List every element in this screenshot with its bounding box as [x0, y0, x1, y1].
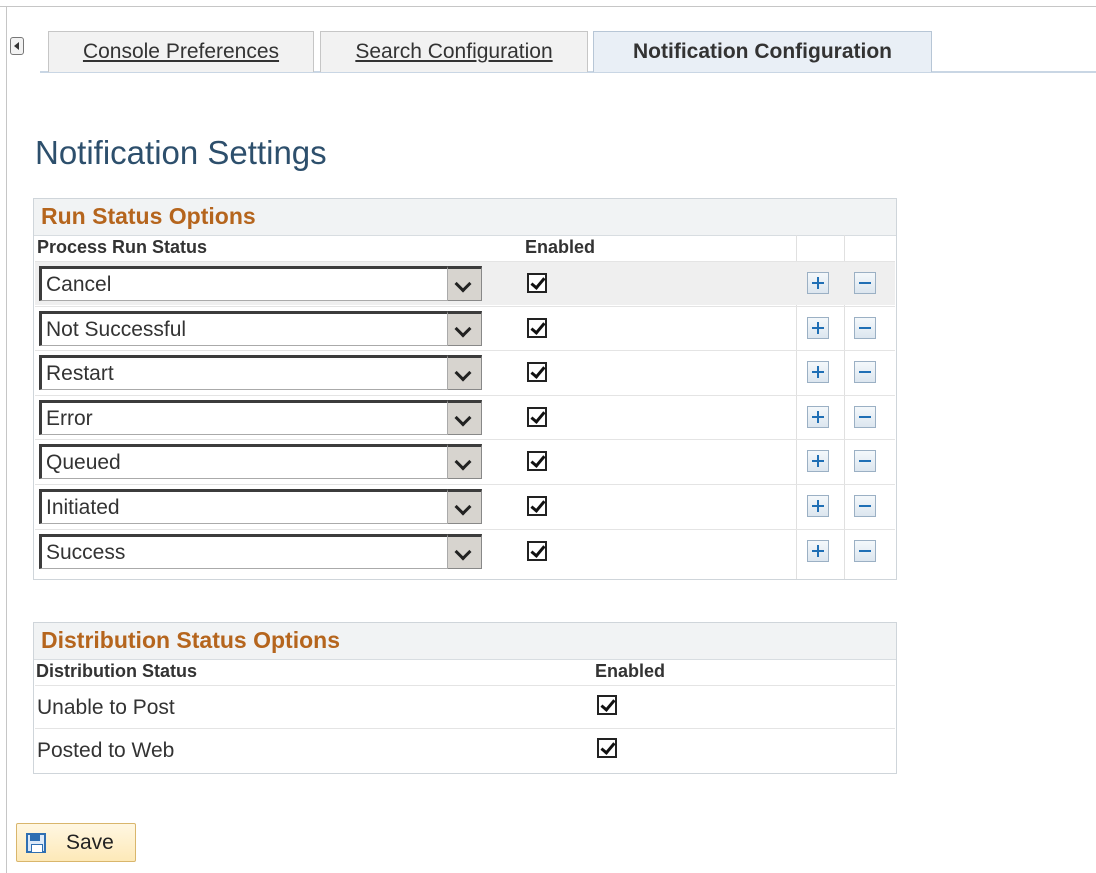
- add-row-button[interactable]: [807, 272, 829, 294]
- table-row: Queued: [35, 439, 895, 483]
- delete-row-button[interactable]: [854, 450, 876, 473]
- enabled-checkbox[interactable]: [597, 695, 617, 715]
- chevron-down-icon[interactable]: [448, 533, 482, 569]
- table-row: Success: [35, 528, 895, 573]
- run-status-value: Initiated: [46, 496, 120, 519]
- run-status-select[interactable]: Error: [39, 399, 448, 435]
- delete-row-button[interactable]: [854, 405, 876, 428]
- enabled-checkbox[interactable]: [527, 496, 547, 516]
- enabled-checkbox[interactable]: [527, 406, 547, 427]
- add-row-button[interactable]: [807, 405, 829, 428]
- page-title: Notification Settings: [35, 134, 327, 171]
- distribution-status-group: Distribution Status Options Distribution…: [33, 622, 897, 774]
- save-icon: [26, 833, 46, 853]
- tab-scroll-left-icon[interactable]: [10, 37, 24, 55]
- enabled-checkbox[interactable]: [527, 317, 547, 338]
- run-status-value: Success: [46, 540, 126, 564]
- page-frame-left: [6, 6, 7, 873]
- distribution-status-header: Distribution Status Options: [34, 623, 896, 660]
- distribution-status-title: Distribution Status Options: [41, 627, 340, 653]
- table-row: Cancel: [35, 261, 895, 305]
- distribution-status-value: Unable to Post: [37, 696, 175, 719]
- enabled-checkbox[interactable]: [527, 451, 547, 472]
- run-status-select[interactable]: Cancel: [39, 266, 448, 301]
- delete-row-button[interactable]: [854, 539, 876, 562]
- table-row: Initiated: [35, 484, 895, 528]
- add-row-button[interactable]: [807, 450, 829, 473]
- run-status-title: Run Status Options: [41, 203, 256, 229]
- run-status-value: Not Successful: [46, 317, 187, 341]
- table-row: Error: [35, 394, 895, 439]
- run-status-value: Queued: [46, 451, 121, 475]
- run-status-group: Run Status Options Process Run Status En…: [33, 198, 897, 580]
- table-row: Not Successful: [35, 305, 895, 350]
- run-status-select[interactable]: Queued: [39, 444, 448, 480]
- add-row-button[interactable]: [807, 495, 829, 517]
- delete-row-button[interactable]: [854, 272, 876, 294]
- add-row-button[interactable]: [807, 361, 829, 384]
- add-row-button[interactable]: [807, 539, 829, 562]
- enabled-checkbox[interactable]: [527, 362, 547, 383]
- tab-label: Notification Configuration: [633, 40, 892, 63]
- column-header-process-run-status: Process Run Status: [37, 237, 208, 257]
- tab-console-preferences[interactable]: Console Preferences: [48, 31, 314, 72]
- run-status-select[interactable]: Restart: [39, 355, 448, 391]
- save-button[interactable]: Save: [16, 823, 136, 862]
- chevron-down-icon[interactable]: [448, 444, 482, 480]
- run-status-select[interactable]: Initiated: [39, 489, 448, 524]
- run-status-header: Run Status Options: [34, 199, 896, 236]
- enabled-checkbox[interactable]: [597, 738, 617, 758]
- delete-row-button[interactable]: [854, 495, 876, 517]
- column-header-enabled: Enabled: [525, 237, 596, 257]
- run-status-value: Error: [46, 406, 93, 430]
- enabled-checkbox[interactable]: [527, 273, 547, 293]
- run-status-select[interactable]: Not Successful: [39, 310, 448, 346]
- run-status-value: Restart: [46, 362, 114, 386]
- column-header-enabled: Enabled: [595, 661, 666, 681]
- chevron-down-icon[interactable]: [448, 399, 482, 435]
- save-button-label: Save: [66, 831, 114, 854]
- run-status-select[interactable]: Success: [39, 533, 448, 569]
- chevron-down-icon[interactable]: [448, 489, 482, 524]
- column-header-distribution-status: Distribution Status: [36, 661, 197, 681]
- distribution-status-value: Posted to Web: [37, 739, 175, 762]
- delete-row-button[interactable]: [854, 361, 876, 384]
- chevron-down-icon[interactable]: [448, 310, 482, 346]
- page-frame-top: [0, 6, 1096, 7]
- tab-label: Search Configuration: [355, 40, 553, 63]
- run-status-value: Cancel: [46, 273, 112, 296]
- add-row-button[interactable]: [807, 316, 829, 339]
- table-row: Posted to Web: [35, 728, 895, 772]
- delete-row-button[interactable]: [854, 316, 876, 339]
- enabled-checkbox[interactable]: [527, 540, 547, 561]
- table-row: Unable to Post: [35, 685, 895, 729]
- chevron-down-icon[interactable]: [448, 266, 482, 301]
- tab-notification-configuration[interactable]: Notification Configuration: [593, 31, 932, 72]
- tab-label: Console Preferences: [82, 40, 280, 63]
- tab-search-configuration[interactable]: Search Configuration: [320, 31, 588, 72]
- chevron-down-icon[interactable]: [448, 355, 482, 391]
- table-row: Restart: [35, 350, 895, 394]
